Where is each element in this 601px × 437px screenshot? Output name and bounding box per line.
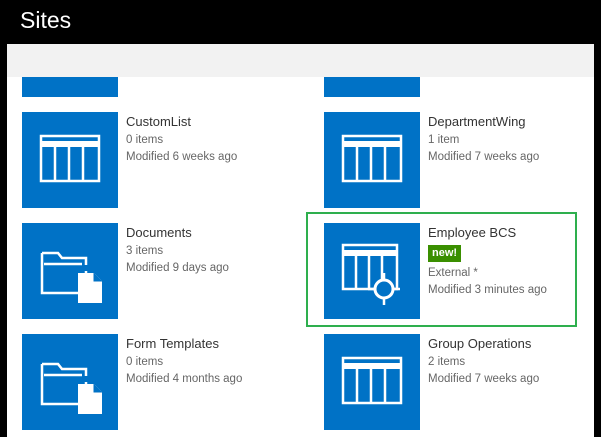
tile-title[interactable]: Form Templates (126, 336, 219, 351)
list-tile-icon-box[interactable] (324, 112, 420, 208)
tile-modified: Modified 7 weeks ago (428, 373, 540, 385)
folder-document-icon (40, 251, 102, 303)
list-icon (341, 356, 403, 405)
library-tile-icon-box[interactable] (22, 223, 118, 319)
tile-modified: Modified 3 minutes ago (428, 284, 547, 296)
external-list-icon (341, 243, 400, 305)
tile-title[interactable]: Employee BCS (428, 225, 516, 240)
tile-title[interactable]: Group Operations (428, 336, 531, 351)
site-contents-area: CustomList 0 items Modified 6 weeks ago … (7, 44, 601, 437)
list-tile-icon-box[interactable] (324, 334, 420, 430)
tile-title[interactable]: CustomList (126, 114, 191, 129)
top-bar: Sites (0, 0, 601, 44)
tile-modified: Modified 6 weeks ago (126, 151, 238, 163)
list-icon (39, 134, 101, 183)
page-title: Sites (20, 7, 72, 33)
tile-item-count: 2 items (428, 356, 466, 368)
list-tile-icon-box[interactable] (22, 112, 118, 208)
tile-modified: Modified 7 weeks ago (428, 151, 540, 163)
new-badge: new! (428, 245, 462, 262)
tile-modified: Modified 9 days ago (126, 262, 229, 274)
tile-item-count: 0 items (126, 134, 164, 146)
tile-title[interactable]: DepartmentWing (428, 114, 526, 129)
list-tile-icon-box[interactable] (324, 77, 420, 97)
external-list-tile-icon-box[interactable] (324, 223, 420, 319)
library-tile-icon-box[interactable] (22, 334, 118, 430)
tile-item-count: 1 item (428, 134, 460, 146)
list-tile-icon-box[interactable] (22, 77, 118, 97)
folder-document-icon (40, 362, 102, 414)
tile-modified: Modified 4 months ago (126, 373, 243, 385)
tile-item-count: 0 items (126, 356, 164, 368)
tile-source: External * (428, 267, 478, 279)
list-icon (341, 134, 403, 183)
tile-title[interactable]: Documents (126, 225, 192, 240)
window-edge-shadow (594, 44, 601, 437)
toolbar-strip (7, 44, 601, 77)
tile-item-count: 3 items (126, 245, 164, 257)
